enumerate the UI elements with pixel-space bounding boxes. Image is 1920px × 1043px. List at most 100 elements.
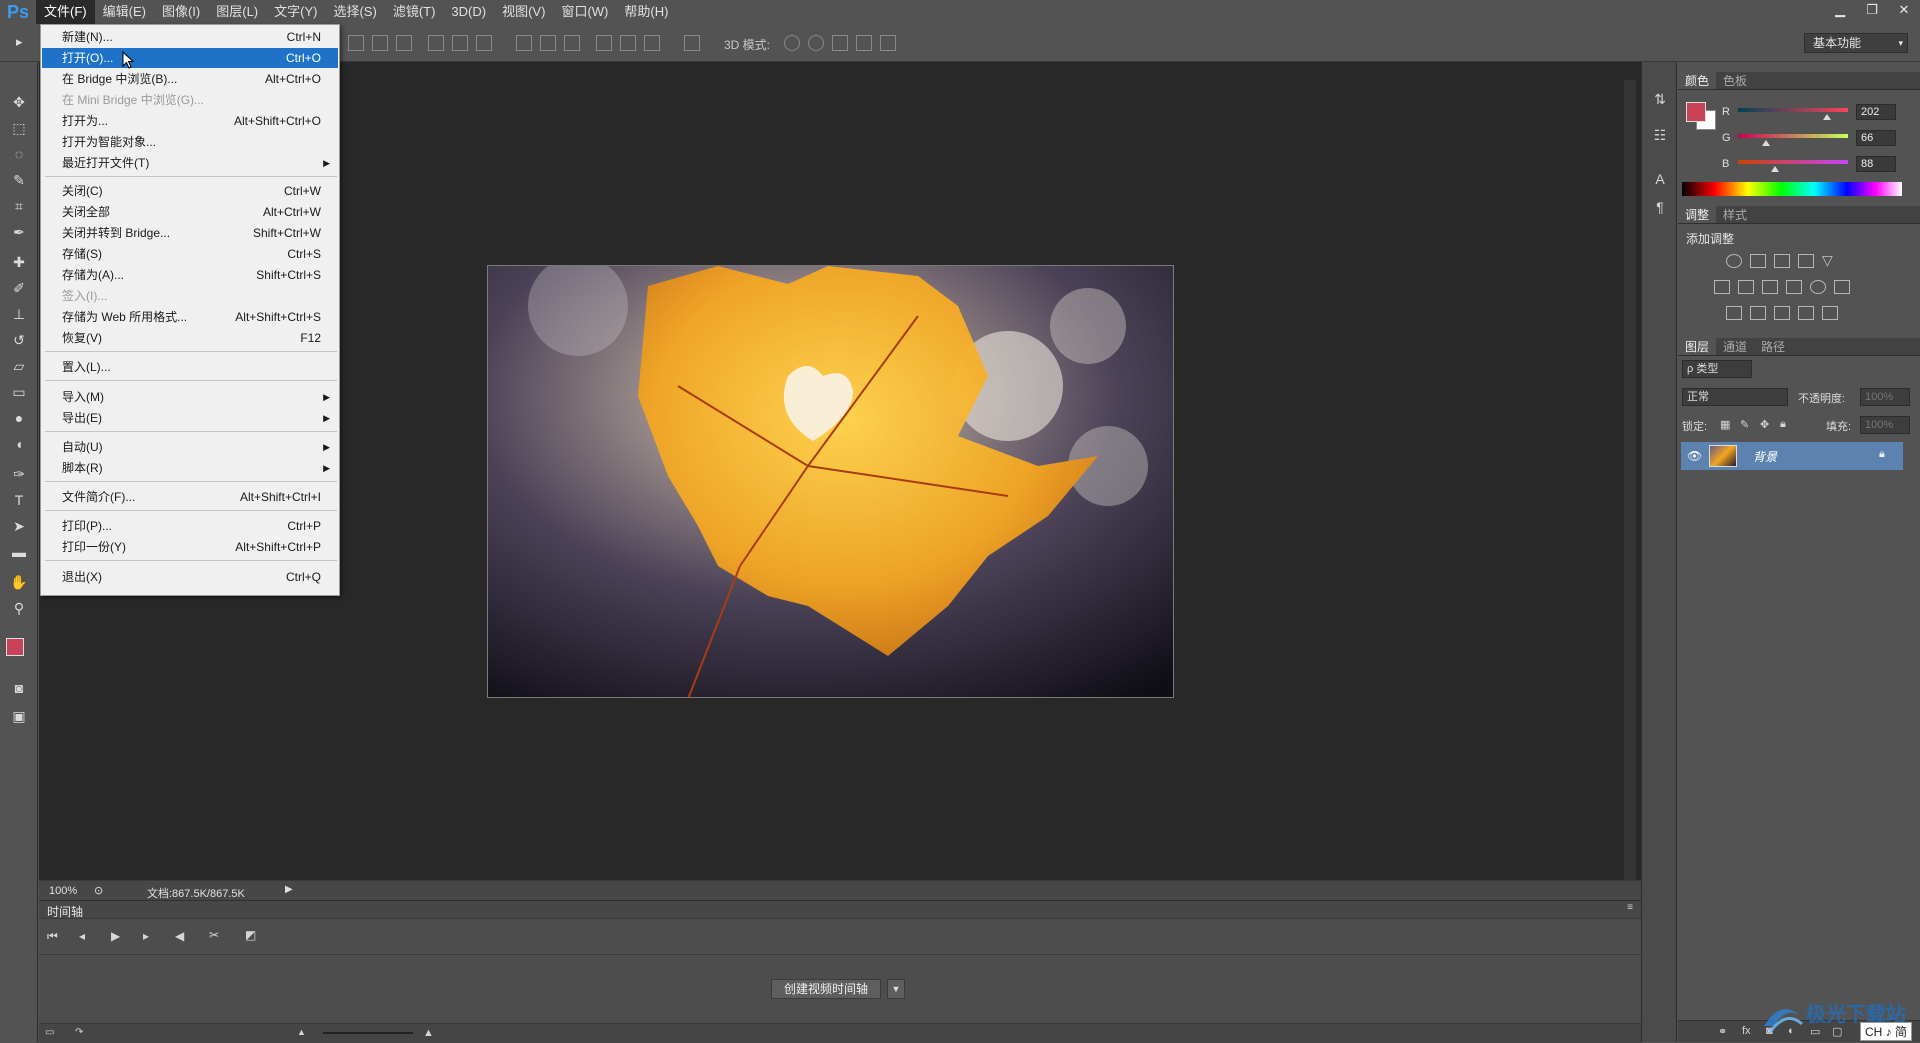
distribute-bottom-icon[interactable] xyxy=(564,35,580,51)
posterize-icon[interactable] xyxy=(1750,306,1766,320)
vibrance-icon[interactable]: ▽ xyxy=(1822,253,1838,268)
color-spectrum-bar[interactable] xyxy=(1682,182,1902,196)
go-first-frame-icon[interactable]: ⏮ xyxy=(47,929,58,944)
eye-visibility-icon[interactable]: 👁︎ xyxy=(1687,449,1702,463)
shape-tool-icon[interactable]: ▬ xyxy=(9,542,29,562)
dodge-tool-icon[interactable]: ◖ xyxy=(9,434,29,454)
channel-g-slider[interactable] xyxy=(1738,134,1848,138)
menu-item-open-smart-object[interactable]: 打开为智能对象... xyxy=(42,132,338,152)
menu-item-save-for-web[interactable]: 存储为 Web 所用格式... Alt+Shift+Ctrl+S xyxy=(42,307,338,327)
auto-align-icon[interactable] xyxy=(684,35,700,51)
canvas-scrollbar[interactable] xyxy=(1624,80,1636,880)
gradient-map-icon[interactable] xyxy=(1822,306,1838,320)
zoom-level[interactable]: 100% xyxy=(49,885,77,897)
menu-type[interactable]: 文字(Y) xyxy=(266,0,325,24)
split-clip-icon[interactable]: ✂ xyxy=(209,928,219,942)
history-panel-icon[interactable]: ⇅ xyxy=(1651,90,1669,108)
history-brush-tool-icon[interactable]: ↺ xyxy=(9,330,29,350)
align-top-icon[interactable] xyxy=(348,35,364,51)
screen-mode-icon[interactable]: ▣ xyxy=(9,706,29,726)
color-lookup-icon[interactable] xyxy=(1834,280,1850,294)
menu-item-browse-bridge[interactable]: 在 Bridge 中浏览(B)... Alt+Ctrl+O xyxy=(42,69,338,89)
type-tool-icon[interactable]: T xyxy=(9,490,29,510)
tab-layers[interactable]: 图层 xyxy=(1678,338,1717,355)
menu-image[interactable]: 图像(I) xyxy=(154,0,208,24)
eraser-tool-icon[interactable]: ▱ xyxy=(9,356,29,376)
tab-styles[interactable]: 样式 xyxy=(1716,206,1754,223)
align-bottom-icon[interactable] xyxy=(396,35,412,51)
distribute-right-icon[interactable] xyxy=(644,35,660,51)
healing-brush-tool-icon[interactable]: ✚ xyxy=(9,252,29,272)
menu-item-open-as[interactable]: 打开为... Alt+Shift+Ctrl+O xyxy=(42,111,338,131)
play-icon[interactable]: ▶ xyxy=(111,929,120,943)
curves-icon[interactable] xyxy=(1774,254,1790,268)
menu-item-scripts[interactable]: 脚本(R) ▶ xyxy=(42,458,338,478)
blur-tool-icon[interactable]: ● xyxy=(9,408,29,428)
distribute-left-icon[interactable] xyxy=(596,35,612,51)
panel-menu-icon[interactable]: ≡ xyxy=(1627,902,1633,913)
status-info-icon[interactable]: ⊙ xyxy=(94,884,103,897)
menu-filter[interactable]: 滤镜(T) xyxy=(385,0,444,24)
gradient-tool-icon[interactable]: ▭ xyxy=(9,382,29,402)
channel-mixer-icon[interactable] xyxy=(1810,280,1826,294)
document-image-maple-leaf[interactable] xyxy=(487,265,1174,698)
marquee-tool-icon[interactable]: ⬚ xyxy=(9,118,29,138)
selective-color-icon[interactable] xyxy=(1798,306,1814,320)
brush-tool-icon[interactable]: ✐ xyxy=(9,278,29,298)
lock-position-icon[interactable]: ✥ xyxy=(1760,418,1769,431)
menu-item-open[interactable]: 打开(O)... Ctrl+O xyxy=(42,48,338,68)
blend-mode-select[interactable]: 正常 xyxy=(1682,388,1788,406)
distribute-vcenter-icon[interactable] xyxy=(540,35,556,51)
layer-style-icon[interactable]: fx xyxy=(1742,1025,1751,1037)
menu-help[interactable]: 帮助(H) xyxy=(616,0,676,24)
tab-adjustments[interactable]: 调整 xyxy=(1678,206,1717,223)
align-vcenter-icon[interactable] xyxy=(372,35,388,51)
fill-input[interactable]: 100% xyxy=(1860,416,1910,434)
distribute-top-icon[interactable] xyxy=(516,35,532,51)
threshold-icon[interactable] xyxy=(1774,306,1790,320)
opacity-input[interactable]: 100% xyxy=(1860,388,1910,406)
channel-g-input[interactable]: 66 xyxy=(1856,130,1896,146)
lasso-tool-icon[interactable]: ◌ xyxy=(9,144,29,164)
channel-r-slider[interactable] xyxy=(1738,108,1848,112)
pen-tool-icon[interactable]: ✑ xyxy=(9,464,29,484)
photo-filter-icon[interactable] xyxy=(1786,280,1802,294)
prev-frame-icon[interactable]: ◂ xyxy=(79,929,85,943)
channel-b-thumb[interactable] xyxy=(1771,166,1779,172)
3d-roll-icon[interactable] xyxy=(808,35,824,51)
align-hcenter-icon[interactable] xyxy=(452,35,468,51)
close-icon[interactable]: ✕ xyxy=(1888,0,1920,20)
transition-icon[interactable]: ◩ xyxy=(245,928,256,942)
move-tool-icon[interactable]: ✥ xyxy=(9,92,29,112)
menu-item-new[interactable]: 新建(N)... Ctrl+N xyxy=(42,27,338,47)
layer-filter-select[interactable]: ρ 类型 xyxy=(1682,360,1752,378)
foreground-color-swatch[interactable] xyxy=(6,638,24,656)
hue-saturation-icon[interactable] xyxy=(1714,280,1730,294)
menu-item-import[interactable]: 导入(M) ▶ xyxy=(42,387,338,407)
link-layers-icon[interactable]: ⚭ xyxy=(1718,1025,1727,1038)
menu-item-print[interactable]: 打印(P)... Ctrl+P xyxy=(42,516,338,536)
eyedropper-tool-icon[interactable]: ✒ xyxy=(9,222,29,242)
quick-mask-icon[interactable]: ◙ xyxy=(9,678,29,698)
black-white-icon[interactable] xyxy=(1762,280,1778,294)
tab-channels[interactable]: 通道 xyxy=(1716,338,1754,355)
channel-r-input[interactable]: 202 xyxy=(1856,104,1896,120)
path-select-tool-icon[interactable]: ➤ xyxy=(9,516,29,536)
channel-b-slider[interactable] xyxy=(1738,160,1848,164)
tab-swatches[interactable]: 色板 xyxy=(1716,72,1754,89)
levels-icon[interactable] xyxy=(1750,254,1766,268)
exposure-icon[interactable] xyxy=(1798,254,1814,268)
workspace-select[interactable]: 基本功能 ▾ xyxy=(1804,33,1908,53)
menu-item-exit[interactable]: 退出(X) Ctrl+Q xyxy=(42,567,338,587)
convert-frames-icon[interactable]: ▭ xyxy=(45,1027,54,1038)
move-tool-preset-icon[interactable]: ▸ xyxy=(16,34,23,50)
menu-window[interactable]: 窗口(W) xyxy=(553,0,616,24)
zoom-in-icon[interactable]: ▲ xyxy=(423,1027,434,1039)
3d-pan-icon[interactable] xyxy=(832,35,848,51)
align-left-icon[interactable] xyxy=(428,35,444,51)
menu-item-export[interactable]: 导出(E) ▶ xyxy=(42,408,338,428)
status-menu-arrow-icon[interactable]: ▶ xyxy=(285,884,293,895)
zoom-tool-icon[interactable]: ⚲ xyxy=(9,598,29,618)
menu-item-close[interactable]: 关闭(C) Ctrl+W xyxy=(42,181,338,201)
minimize-icon[interactable]: ▁ xyxy=(1824,0,1856,20)
